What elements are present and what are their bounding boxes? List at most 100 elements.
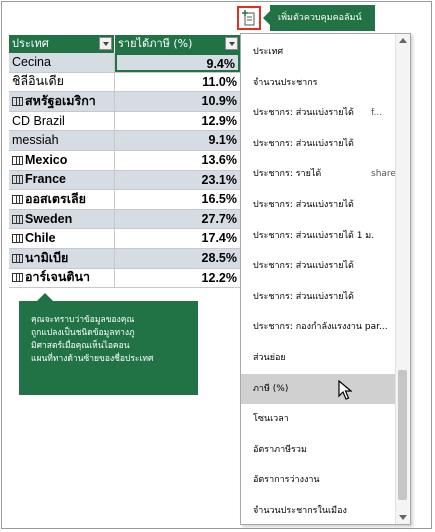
field-label: ประชากร: รายได้ — [253, 169, 322, 180]
field-list-item[interactable]: จำนวนประชากรในเมือง — [241, 496, 396, 524]
column-header-country[interactable]: ประเทศ — [9, 35, 115, 53]
scrollbar-thumb[interactable] — [398, 370, 407, 500]
column-header-label: ประเทศ — [12, 37, 49, 50]
table-row[interactable]: Mexico 13.6% — [9, 150, 240, 171]
tax-revenue-cell[interactable]: 16.5% — [115, 190, 240, 209]
tax-revenue-cell[interactable]: 9.1% — [115, 131, 240, 150]
field-label: ประชากร: ส่วนแบ่งรายได้ — [253, 291, 354, 302]
country-name: Sweden — [25, 211, 73, 226]
table-row[interactable]: messiah 9.1% — [9, 131, 240, 151]
field-label: ประชากร: ส่วนแบ่งรายได้ — [253, 138, 354, 149]
country-cell[interactable]: CD Brazil — [9, 111, 115, 131]
map-icon[interactable] — [12, 234, 23, 244]
scroll-up-icon[interactable] — [399, 38, 407, 43]
country-cell[interactable]: สหรัฐอเมริกา — [9, 92, 115, 111]
field-label: อัตราการว่างงาน — [253, 475, 320, 486]
table-row[interactable]: อาร์เจนตินา 12.2% — [9, 268, 240, 289]
tax-revenue-cell[interactable]: 23.1% — [115, 170, 240, 190]
field-list-dropdown[interactable]: ประเทศจำนวนประชากรประชากร: ส่วนแบ่งรายได… — [240, 33, 411, 525]
field-label: จำนวนประชากร — [253, 77, 318, 88]
country-cell[interactable]: นามิเบีย — [9, 248, 115, 268]
add-column-callout: เพิ่มตัวควบคุมคอลัมน์ — [263, 5, 375, 31]
table-row[interactable]: Cecina 9.4% — [9, 53, 240, 73]
country-name: France — [25, 172, 66, 187]
field-label: จำนวนประชากรในเมือง — [253, 506, 347, 516]
field-list-item[interactable]: อัตราภาษีรวม — [241, 435, 396, 465]
country-cell[interactable]: ออสเตรเลีย — [9, 190, 115, 209]
field-label: ประชากร: ส่วนแบ่งรายได้ 1 ม. — [253, 230, 375, 241]
table-row[interactable]: Sweden 27.7% — [9, 209, 240, 230]
data-table: ประเทศ รายได้ภาษี (%) Cecina 9.4% ชิลีอินเ… — [9, 35, 240, 289]
country-name: ชิลีอินเดีย — [12, 74, 64, 89]
field-list-item[interactable]: อัตราการว่างงาน — [241, 465, 396, 495]
map-icon[interactable] — [12, 214, 23, 224]
tax-revenue-cell[interactable]: 10.9% — [115, 92, 240, 111]
tax-revenue-cell[interactable]: 12.2% — [115, 269, 240, 288]
field-list-item[interactable]: จำนวนประชากร — [241, 68, 396, 98]
field-list-item[interactable]: ส่วนย่อย — [241, 343, 396, 373]
field-list-item[interactable]: ภาษี (%) — [241, 373, 396, 404]
country-cell[interactable]: Chile — [9, 229, 115, 248]
country-cell[interactable]: France — [9, 170, 115, 190]
table-header-row: ประเทศ รายได้ภาษี (%) — [9, 35, 240, 53]
country-cell[interactable]: Sweden — [9, 209, 115, 229]
map-icon[interactable] — [12, 253, 23, 263]
table-row[interactable]: CD Brazil 12.9% — [9, 111, 240, 132]
country-cell[interactable]: อาร์เจนตินา — [9, 268, 115, 288]
column-header-tax-revenue[interactable]: รายได้ภาษี (%) — [115, 35, 240, 53]
tooltip-line: แผนที่ทางด้านซ้ายของชื่อประเทศ — [31, 354, 154, 364]
add-column-button[interactable] — [237, 6, 261, 30]
country-name: Chile — [25, 231, 56, 246]
field-list-item[interactable]: ประชากร: ส่วนแบ่งรายได้ 1 ม. — [241, 221, 396, 251]
country-cell[interactable]: Mexico — [9, 150, 115, 170]
field-list-item[interactable]: ประชากร: ส่วนแบ่งรายได้ f... — [241, 98, 396, 128]
field-list-item[interactable]: ประชากร: ส่วนแบ่งรายได้ — [241, 129, 396, 159]
field-list-item[interactable]: ประชากร: รายได้ share... — [241, 159, 405, 189]
tooltip-line: มิศาสตร์เมื่อคุณเห็นไอคอน — [31, 341, 130, 351]
table-body: Cecina 9.4% ชิลีอินเดีย 11.0% สหรัฐอเมริกา 10… — [9, 53, 240, 289]
country-cell[interactable]: messiah — [9, 131, 115, 150]
scrollbar[interactable] — [395, 34, 410, 524]
tax-revenue-cell[interactable]: 13.6% — [115, 151, 240, 170]
tax-revenue-cell[interactable]: 12.9% — [115, 112, 240, 131]
field-label: โซนเวลา — [253, 414, 289, 425]
scroll-down-icon[interactable] — [399, 515, 407, 520]
field-label: ประชากร: ส่วนแบ่งรายได้ — [253, 200, 354, 210]
field-label: ประชากร: ส่วนแบ่งรายได้ — [253, 261, 354, 272]
add-column-icon — [242, 10, 255, 26]
table-row[interactable]: Chile 17.4% — [9, 229, 240, 249]
table-row[interactable]: ชิลีอินเดีย 11.0% — [9, 72, 240, 93]
tax-revenue-cell[interactable]: 17.4% — [115, 229, 240, 248]
field-label: ประชากร: กองกำลังแรงงาน par... — [253, 322, 388, 333]
country-name: นามิเบีย — [25, 250, 69, 265]
filter-dropdown-icon[interactable] — [225, 37, 238, 50]
country-name: messiah — [12, 133, 59, 148]
mouse-pointer-icon — [338, 380, 352, 400]
country-cell[interactable]: ชิลีอินเดีย — [9, 72, 115, 92]
map-icon[interactable] — [12, 155, 23, 165]
field-list-item[interactable]: โซนเวลา — [241, 404, 396, 434]
country-cell[interactable]: Cecina — [9, 53, 115, 72]
field-label: ภาษี (%) — [253, 383, 289, 394]
table-row[interactable]: สหรัฐอเมริกา 10.9% — [9, 92, 240, 112]
column-header-label: รายได้ภาษี (%) — [118, 37, 193, 50]
field-list-item[interactable]: ประชากร: กองกำลังแรงงาน par... — [241, 312, 396, 342]
map-icon[interactable] — [12, 273, 23, 283]
table-row[interactable]: France 23.1% — [9, 170, 240, 191]
tax-revenue-cell[interactable]: 9.4% — [115, 53, 240, 72]
filter-dropdown-icon[interactable] — [99, 37, 112, 50]
tax-revenue-cell[interactable]: 27.7% — [115, 209, 240, 229]
field-list-item[interactable]: ประชากร: ส่วนแบ่งรายได้ — [241, 190, 396, 220]
field-list-item[interactable]: ประเทศ — [241, 37, 396, 67]
table-row[interactable]: นามิเบีย 28.5% — [9, 248, 240, 269]
map-icon[interactable] — [12, 175, 23, 185]
field-label: ส่วนย่อย — [253, 353, 286, 363]
field-list-item[interactable]: ประชากร: ส่วนแบ่งรายได้ — [241, 282, 396, 312]
tax-revenue-cell[interactable]: 28.5% — [115, 248, 240, 268]
field-list-item[interactable]: ประชากร: ส่วนแบ่งรายได้ — [241, 251, 396, 281]
country-name: Cecina — [12, 54, 51, 69]
tax-revenue-cell[interactable]: 11.0% — [115, 73, 240, 92]
map-icon[interactable] — [12, 96, 23, 106]
map-icon[interactable] — [12, 194, 23, 204]
table-row[interactable]: ออสเตรเลีย 16.5% — [9, 190, 240, 210]
